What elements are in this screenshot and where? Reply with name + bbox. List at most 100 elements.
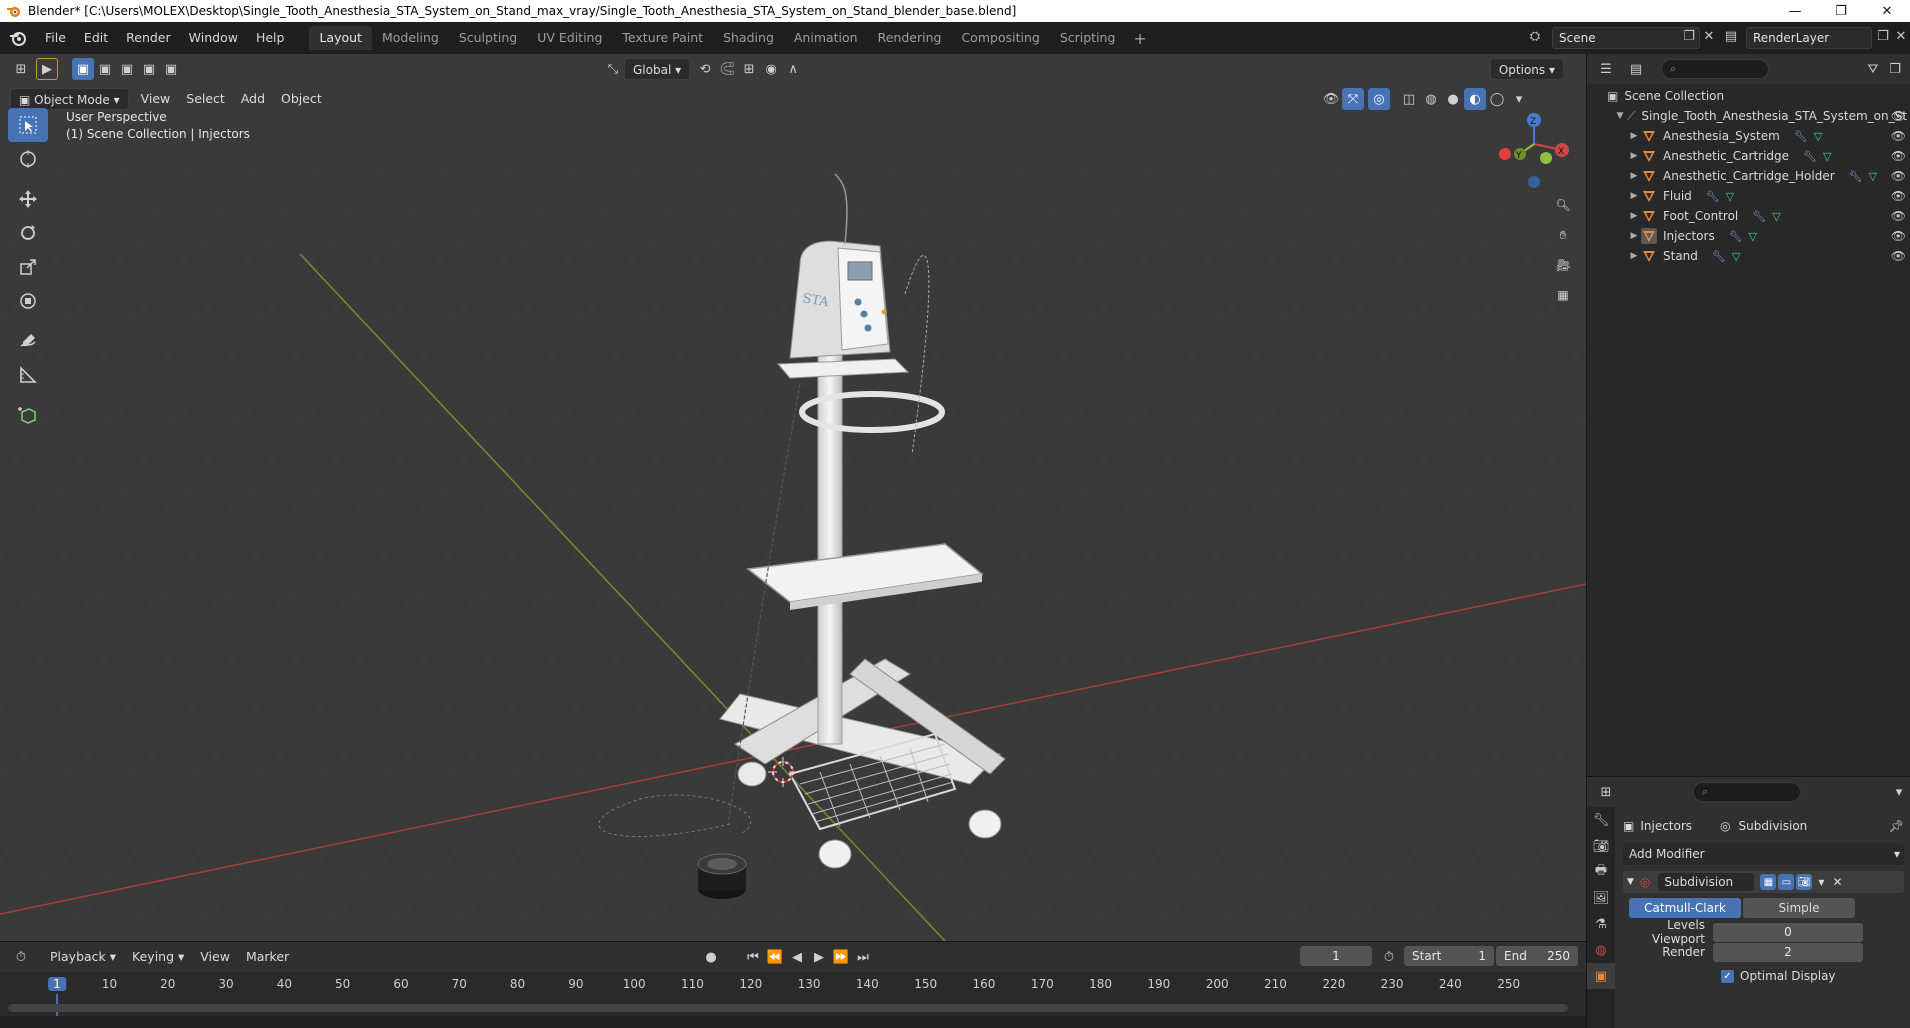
cursor-tool-button[interactable] (8, 142, 48, 176)
object-properties-tab-icon[interactable]: ▣ (1587, 963, 1615, 989)
outliner-search-input[interactable]: ⌕ (1661, 59, 1769, 79)
overlay-toggle-icon[interactable]: ◎ (1368, 88, 1390, 110)
menu-help[interactable]: Help (247, 22, 294, 54)
outliner-scene-collection[interactable]: ▣ Scene Collection (1587, 86, 1910, 106)
menu-edit[interactable]: Edit (75, 22, 117, 54)
visibility-eye-icon[interactable]: 👁︎ (1891, 129, 1906, 143)
jump-to-keyframe-forward-icon[interactable]: ⏩ (830, 946, 852, 968)
camera-view-icon[interactable]: 🎥︎ (1550, 252, 1576, 278)
select-mode-extend-icon[interactable]: ▣ (94, 58, 116, 80)
viewport-menu-view[interactable]: View (133, 88, 179, 110)
render-levels-field[interactable]: 2 (1713, 942, 1863, 962)
rotate-tool-button[interactable] (8, 216, 48, 250)
view-layer-type-icon[interactable]: ▤ (1722, 28, 1740, 46)
timeline-menu-marker[interactable]: Marker (238, 946, 297, 968)
select-box-tool-icon[interactable]: ▶ (36, 58, 58, 80)
edit-mode-toggle-icon[interactable]: ▦ (1760, 874, 1777, 890)
editor-type-icon[interactable]: ⊞ (10, 58, 32, 80)
scene-type-icon[interactable]: ⛭ (1526, 28, 1544, 46)
expand-arrow-icon[interactable]: ▶ (1627, 171, 1641, 181)
current-frame-field[interactable]: 1 (1300, 946, 1372, 966)
modifier-menu-chevron-icon[interactable]: ▾ (1818, 875, 1824, 889)
start-frame-field[interactable]: Start 1 (1404, 946, 1494, 966)
jump-to-keyframe-back-icon[interactable]: ⏪ (764, 946, 786, 968)
object-mode-dropdown[interactable]: ▣ Object Mode ▾ (10, 88, 129, 110)
shading-options-icon[interactable]: ▾ (1508, 88, 1530, 110)
jump-to-start-icon[interactable]: ⏮ (742, 946, 764, 968)
transform-tool-button[interactable] (8, 284, 48, 318)
xray-toggle-icon[interactable]: ◫ (1398, 88, 1420, 110)
add-modifier-dropdown[interactable]: Add Modifier ▾ (1623, 843, 1904, 865)
tab-texture-paint[interactable]: Texture Paint (612, 26, 713, 50)
outliner-item-fluid[interactable]: ▶ Fluid 🔧︎ ▽ 👁︎ (1587, 186, 1910, 206)
select-mode-invert-icon[interactable]: ▣ (138, 58, 160, 80)
close-button[interactable]: ✕ (1864, 0, 1910, 22)
new-collection-icon[interactable]: ❐ (1884, 58, 1906, 80)
collapse-arrow-icon[interactable]: ▼ (1627, 877, 1634, 887)
annotate-tool-button[interactable] (8, 324, 48, 358)
outliner-item-injectors[interactable]: ▶ Injectors 🔧︎ ▽ 👁︎ (1587, 226, 1910, 246)
play-reverse-icon[interactable]: ◀ (786, 946, 808, 968)
transform-orientation-dropdown[interactable]: Global ▾ (624, 58, 691, 80)
modifier-wrench-icon[interactable]: 🔧︎ (1803, 150, 1817, 163)
auto-keying-icon[interactable]: ● (700, 946, 722, 968)
properties-object-name[interactable]: Injectors (1640, 819, 1692, 833)
snap-toggle-icon[interactable]: 🧲︎ (716, 58, 738, 80)
jump-to-end-icon[interactable]: ⏭ (852, 946, 874, 968)
simple-button[interactable]: Simple (1743, 898, 1855, 918)
viewport-menu-add[interactable]: Add (233, 88, 273, 110)
new-scene-icon[interactable]: ❐ (1680, 28, 1698, 46)
add-cube-tool-button[interactable] (8, 398, 48, 432)
expand-arrow-icon[interactable]: ▶ (1627, 231, 1641, 241)
mesh-data-icon[interactable]: ▽ (1814, 130, 1822, 143)
visibility-eye-icon[interactable]: 👁︎ (1891, 209, 1906, 223)
catmull-clark-button[interactable]: Catmull-Clark (1629, 898, 1741, 918)
visibility-eye-icon[interactable]: 👁︎ (1891, 189, 1906, 203)
expand-arrow-icon[interactable]: ▶ (1627, 211, 1641, 221)
select-mode-new-icon[interactable]: ▣ (72, 58, 94, 80)
view-layer-tab-icon[interactable]: 🖼︎ (1587, 885, 1615, 911)
wireframe-shading-icon[interactable]: ◍ (1420, 88, 1442, 110)
add-workspace-icon[interactable]: + (1125, 29, 1154, 48)
move-tool-button[interactable] (8, 182, 48, 216)
blender-menu-icon[interactable] (8, 28, 28, 48)
viewport-display-toggle-icon[interactable]: ▭ (1778, 874, 1795, 890)
rendered-shading-icon[interactable]: ◯ (1486, 88, 1508, 110)
expand-arrow-icon[interactable]: ▼ (1613, 111, 1627, 121)
mesh-data-icon[interactable]: ▽ (1772, 210, 1780, 223)
visibility-icon[interactable]: 👁︎ (1320, 88, 1342, 110)
menu-render[interactable]: Render (117, 22, 180, 54)
scene-properties-tab-icon[interactable]: ⚗ (1587, 911, 1615, 937)
tab-layout[interactable]: Layout (309, 26, 372, 50)
timeline-menu-keying[interactable]: Keying ▾ (124, 946, 192, 968)
menu-window[interactable]: Window (180, 22, 247, 54)
pan-hand-icon[interactable]: ✋︎ (1550, 222, 1576, 248)
mesh-data-icon[interactable]: ▽ (1869, 170, 1877, 183)
timeline-ruler[interactable]: 1 10 20 30 40 50 60 70 80 90 100 110 120 130 140 150 160… (0, 974, 1586, 1022)
timeline-menu-playback[interactable]: Playback ▾ (42, 946, 124, 968)
remove-modifier-icon[interactable]: ✕ (1832, 875, 1842, 889)
select-tool-button[interactable] (8, 108, 48, 142)
modifier-wrench-icon[interactable]: 🔧︎ (1729, 230, 1743, 243)
outliner-item-foot-control[interactable]: ▶ Foot_Control 🔧︎ ▽ 👁︎ (1587, 206, 1910, 226)
zoom-icon[interactable]: 🔍︎ (1550, 192, 1576, 218)
viewport-menu-select[interactable]: Select (178, 88, 233, 110)
outliner-item-anesthesia-system[interactable]: ▶ Anesthesia_System 🔧︎ ▽ 👁︎ (1587, 126, 1910, 146)
optimal-display-row[interactable]: ✓ Optimal Display (1623, 965, 1904, 987)
expand-arrow-icon[interactable]: ▶ (1627, 191, 1641, 201)
3d-viewport[interactable]: STA Z X Y 🔍︎ ✋︎ 🎥︎ ▦ (0, 54, 1586, 941)
outliner-item-anesthetic-cartridge[interactable]: ▶ Anesthetic_Cartridge 🔧︎ ▽ 👁︎ (1587, 146, 1910, 166)
render-toggle-icon[interactable]: 📷︎ (1796, 874, 1813, 890)
remove-scene-icon[interactable]: ✕ (1700, 28, 1718, 46)
pivot-point-icon[interactable]: ⟲ (694, 58, 716, 80)
tab-modeling[interactable]: Modeling (372, 26, 449, 50)
optimal-display-checkbox[interactable]: ✓ (1721, 969, 1734, 983)
select-mode-intersect-icon[interactable]: ▣ (160, 58, 182, 80)
outliner-collection-row[interactable]: ▼ ⟋ Single_Tooth_Anesthesia_STA_System_o… (1587, 106, 1910, 126)
modifier-name-field[interactable]: Subdivision (1658, 873, 1755, 891)
properties-editor-type-icon[interactable]: ⊞ (1595, 781, 1617, 803)
ortho-grid-icon[interactable]: ▦ (1550, 282, 1576, 308)
expand-arrow-icon[interactable]: ▶ (1627, 251, 1641, 261)
scale-tool-button[interactable] (8, 250, 48, 284)
measure-tool-button[interactable] (8, 358, 48, 392)
